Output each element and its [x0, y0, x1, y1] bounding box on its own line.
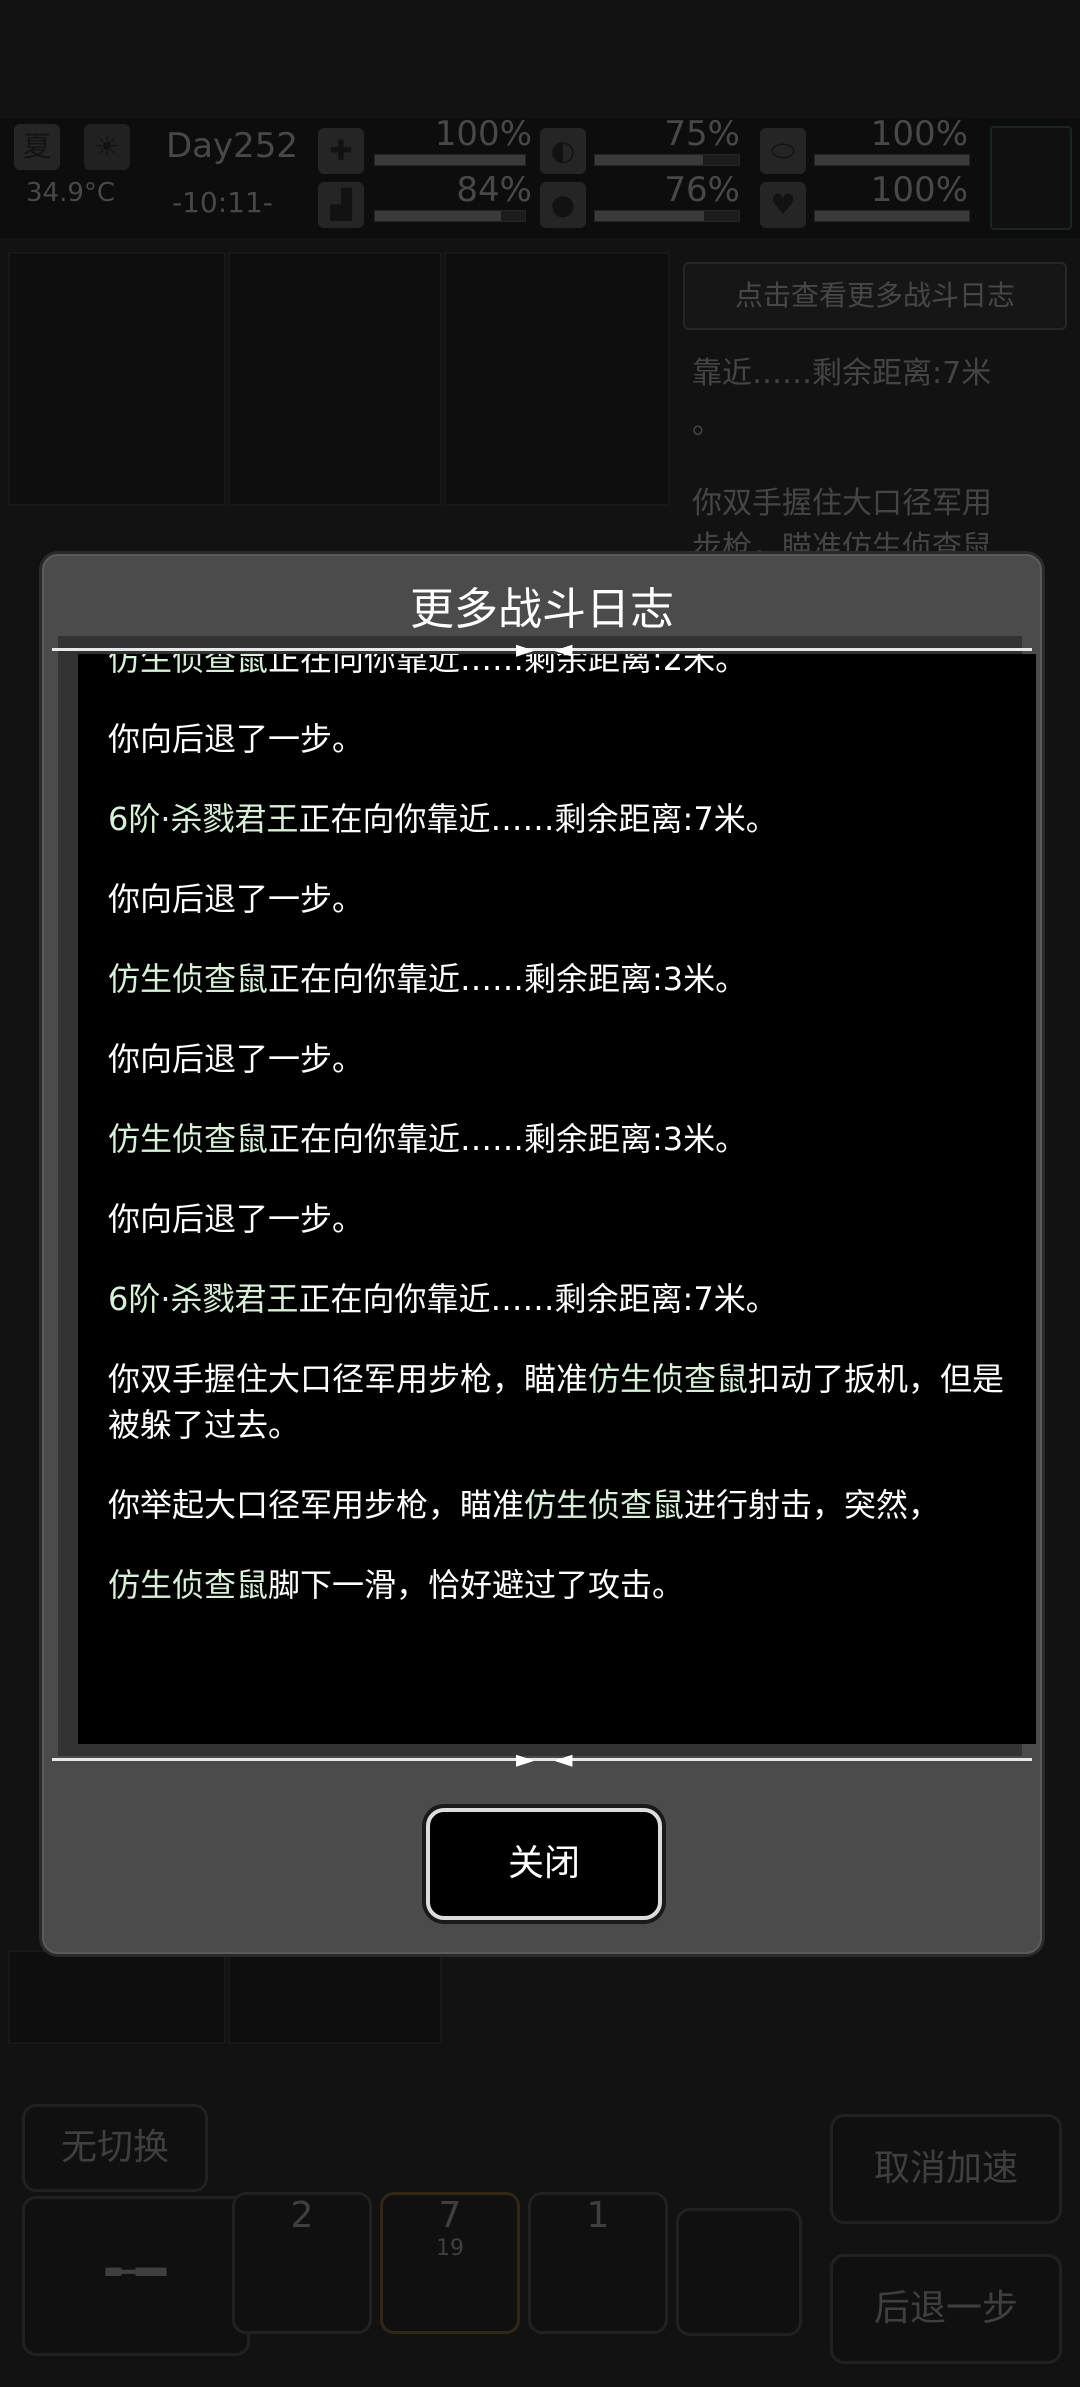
- arrow-right-icon: ►: [516, 635, 535, 663]
- bottom-divider: ► ◄: [52, 1742, 1032, 1776]
- log-entity-name: 仿生侦查鼠: [588, 1360, 749, 1398]
- close-button[interactable]: 关闭: [426, 1808, 662, 1920]
- log-entity-name: 仿生侦查鼠: [108, 1566, 269, 1604]
- log-entry: 6阶·杀戮君王正在向你靠近……剩余距离:7米。: [108, 796, 1028, 842]
- log-entry: 你向后退了一步。: [108, 876, 1028, 922]
- log-entity-name: 6阶·杀戮君王: [108, 1280, 299, 1318]
- log-frame: 仿生侦查鼠正在向你靠近……剩余距离:2米。 你向后退了一步。 6阶·杀戮君王正在向你…: [58, 636, 1036, 1756]
- log-entry: 你向后退了一步。: [108, 716, 1028, 762]
- log-entity-name: 6阶·杀戮君王: [108, 800, 299, 838]
- combat-log-panel[interactable]: 仿生侦查鼠正在向你靠近……剩余距离:2米。 你向后退了一步。 6阶·杀戮君王正在向你…: [78, 654, 1036, 1744]
- log-entry: 你举起大口径军用步枪，瞄准仿生侦查鼠进行射击，突然，: [108, 1482, 1028, 1528]
- log-entry: 仿生侦查鼠正在向你靠近……剩余距离:3米。: [108, 1116, 1028, 1162]
- log-entity-name: 仿生侦查鼠: [108, 1120, 269, 1158]
- log-entity-name: 仿生侦查鼠: [524, 1486, 685, 1524]
- log-entry: 你向后退了一步。: [108, 1196, 1028, 1242]
- combat-log-list: 仿生侦查鼠正在向你靠近……剩余距离:2米。 你向后退了一步。 6阶·杀戮君王正在向你…: [108, 654, 1028, 1642]
- arrow-right-icon: ►: [516, 1745, 535, 1773]
- log-entry: 仿生侦查鼠脚下一滑，恰好避过了攻击。: [108, 1562, 1028, 1608]
- log-text: 你双手握住大口径军用步枪，瞄准: [108, 1360, 589, 1398]
- log-text: 正在向你靠近……剩余距离:3米。: [268, 1120, 748, 1158]
- log-entity-name: 仿生侦查鼠: [108, 960, 269, 998]
- log-entry: 你双手握住大口径军用步枪，瞄准仿生侦查鼠扣动了扳机，但是被躲了过去。: [108, 1356, 1028, 1448]
- arrow-left-icon: ◄: [554, 1745, 573, 1773]
- arrow-left-icon: ◄: [554, 635, 573, 663]
- log-text: 你向后退了一步。: [108, 880, 365, 918]
- log-text: 你向后退了一步。: [108, 720, 365, 758]
- log-entry: 仿生侦查鼠正在向你靠近……剩余距离:3米。: [108, 956, 1028, 1002]
- log-text: 你向后退了一步。: [108, 1040, 365, 1078]
- log-text: 进行射击，突然，: [684, 1486, 941, 1524]
- log-entry: 你向后退了一步。: [108, 1036, 1028, 1082]
- log-text: 正在向你靠近……剩余距离:3米。: [268, 960, 748, 998]
- log-text: 脚下一滑，恰好避过了攻击。: [268, 1566, 685, 1604]
- log-text: 正在向你靠近……剩余距离:7米。: [298, 1280, 778, 1318]
- log-entry: 6阶·杀戮君王正在向你靠近……剩余距离:7米。: [108, 1276, 1028, 1322]
- log-text: 正在向你靠近……剩余距离:7米。: [298, 800, 778, 838]
- top-divider: ► ◄: [52, 632, 1032, 666]
- log-text: 你向后退了一步。: [108, 1200, 365, 1238]
- combat-log-dialog: 更多战斗日志 仿生侦查鼠正在向你靠近……剩余距离:2米。 你向后退了一步。 6阶·杀…: [42, 554, 1042, 1954]
- log-text: 你举起大口径军用步枪，瞄准: [108, 1486, 525, 1524]
